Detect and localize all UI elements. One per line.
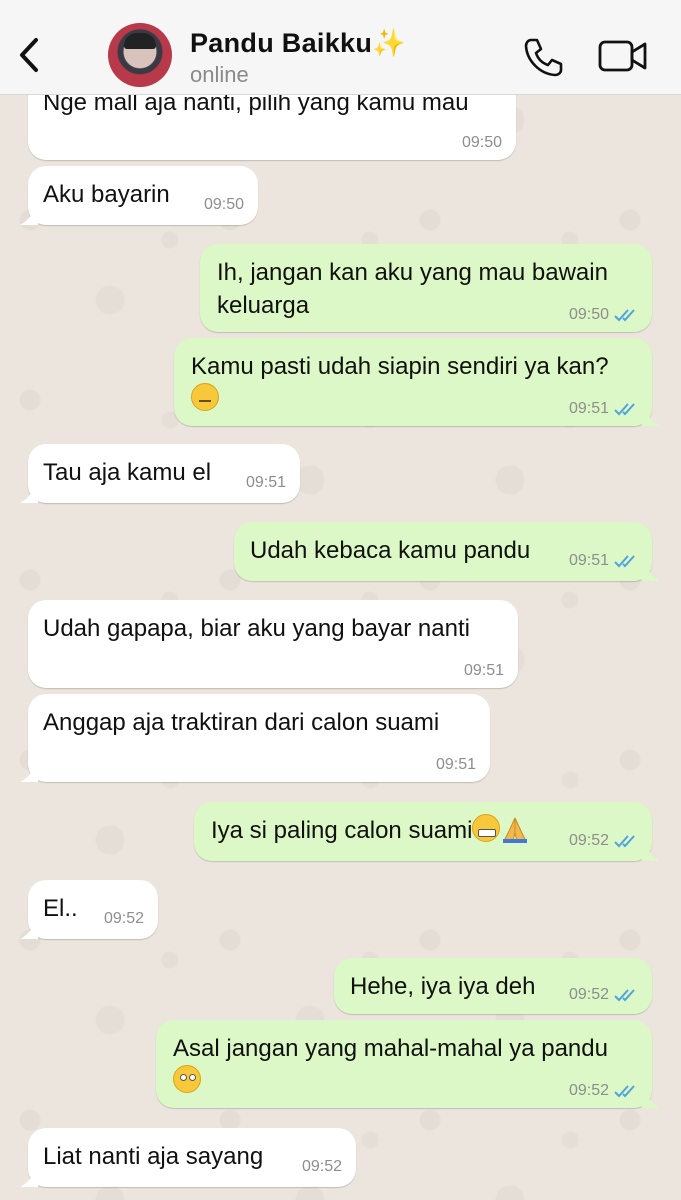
message-time: 09:50 [203,196,244,213]
message-bubble-incoming[interactable]: Tau aja kamu el 09:51 [20,444,300,503]
grimacing-face-icon [472,814,501,842]
message-time: 09:52 [568,832,609,849]
message-time: 09:51 [568,552,609,569]
message-text-content: Iya si paling calon suami [211,817,473,844]
message-bubble-incoming[interactable]: Udah gapapa, biar aku yang bayar nanti 0… [28,600,518,688]
phone-icon [524,38,563,77]
message-bubble-incoming[interactable]: Anggap aja traktiran dari calon suami 09… [20,694,490,782]
read-receipt-icon [614,403,635,416]
message-bubble-outgoing[interactable]: Kamu pasti udah siapin sendiri ya kan? 0… [174,338,660,426]
video-camera-icon [598,40,647,72]
bubble-tail [20,483,38,503]
contact-avatar[interactable] [108,23,172,87]
message-time: 09:51 [463,662,504,679]
message-meta: 09:50 [569,305,638,325]
message-meta: 09:51 [569,551,638,571]
bubble-tail [642,1088,660,1108]
message-meta: 09:51 [464,661,504,681]
message-bubble-outgoing[interactable]: Asal jangan yang mahal-mahal ya pandu 09… [156,1020,660,1108]
message-bubble-outgoing[interactable]: Udah kebaca kamu pandu 09:51 [234,522,660,581]
message-meta: 09:50 [204,195,244,215]
message-meta: 09:52 [569,831,638,851]
message-meta: 09:52 [104,909,144,929]
chevron-left-icon [20,38,38,72]
bubble-tail [20,919,38,939]
face-with-rolling-eyes-icon [173,1065,201,1093]
message-meta: 09:51 [436,755,476,775]
message-meta: 09:52 [569,1081,638,1101]
bubble-tail [20,205,38,225]
message-time: 09:51 [245,474,286,491]
message-bubble-outgoing[interactable]: Iya si paling calon suami 09:52 [194,802,660,861]
contact-status: online [190,62,249,87]
message-time: 09:52 [103,910,144,927]
praying-hands-icon [503,817,528,843]
message-time: 09:50 [568,306,609,323]
read-receipt-icon [614,555,635,568]
message-meta: 09:51 [569,399,638,419]
message-bubble-incoming[interactable]: Aku bayarin 09:50 [20,166,258,225]
message-text: Udah gapapa, biar aku yang bayar nanti [43,615,470,642]
message-meta: 09:50 [462,133,502,153]
bubble-tail [642,561,660,581]
chat-header: Pandu Baikku✨ online [0,0,681,95]
message-time: 09:51 [568,400,609,417]
bubble-tail [642,841,660,861]
bubble-tail [20,762,38,782]
bubble-tail [642,406,660,426]
message-meta: 09:52 [302,1157,342,1177]
contact-name[interactable]: Pandu Baikku✨ [190,27,406,59]
back-button[interactable] [12,30,48,80]
video-call-button[interactable] [598,38,648,74]
message-time: 09:52 [568,1082,609,1099]
message-meta: 09:52 [569,985,638,1005]
message-text-content: Asal jangan yang mahal-mahal ya pandu [173,1035,608,1062]
read-receipt-icon [614,835,635,848]
message-bubble-outgoing[interactable]: Hehe, iya iya deh 09:52 [334,958,652,1014]
read-receipt-icon [614,1085,635,1098]
message-text: Liat nanti aja sayang [43,1143,264,1170]
read-receipt-icon [614,309,635,322]
message-time: 09:50 [461,134,502,151]
bubble-tail [20,1167,38,1187]
message-text-content: Kamu pasti udah siapin sendiri ya kan? [191,353,609,380]
message-time: 09:51 [435,756,476,773]
message-text: Anggap aja traktiran dari calon suami [43,709,440,736]
raised-eyebrow-face-icon [191,383,219,411]
message-bubble-incoming[interactable]: Liat nanti aja sayang 09:52 [20,1128,356,1187]
message-meta: 09:51 [246,473,286,493]
message-bubble-outgoing[interactable]: Ih, jangan kan aku yang mau bawain kelua… [200,244,652,332]
voice-call-button[interactable] [522,36,564,78]
message-bubble-incoming[interactable]: El.. 09:52 [20,880,158,939]
message-time: 09:52 [301,1158,342,1175]
read-receipt-icon [614,989,635,1002]
message-time: 09:52 [568,986,609,1003]
